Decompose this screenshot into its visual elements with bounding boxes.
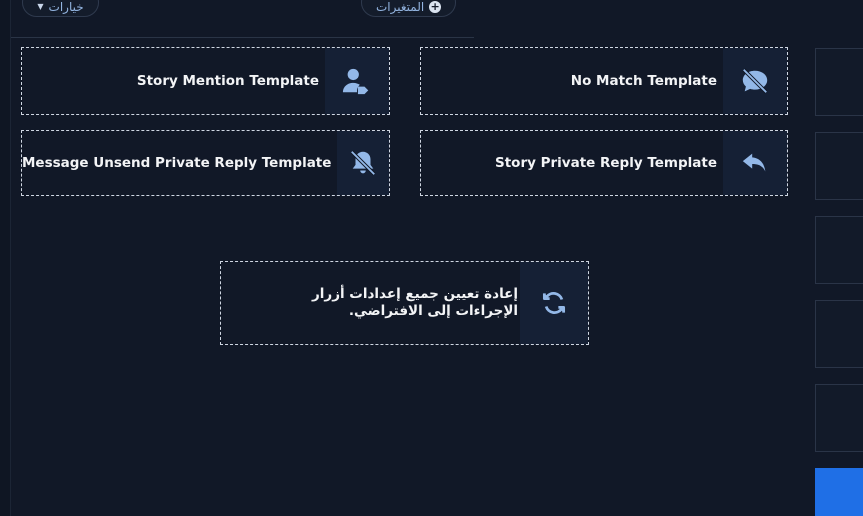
reply-icon (723, 131, 787, 195)
right-panel-header (623, 0, 863, 48)
side-slot-3[interactable] (815, 216, 863, 284)
story-mention-template-card[interactable]: Story Mention Template (21, 47, 390, 115)
options-dropdown-button[interactable]: ▼ خيارات (22, 0, 99, 17)
primary-action-button[interactable] (815, 468, 863, 516)
left-sidebar-edge (0, 0, 11, 516)
card-label: Story Private Reply Template (495, 155, 717, 171)
reset-label: إعادة تعيين جميع إعدادات أزرار الإجراءات… (312, 286, 518, 319)
story-private-reply-template-card[interactable]: Story Private Reply Template (420, 130, 788, 196)
card-label: No Match Template (570, 73, 717, 89)
user-at-icon (325, 48, 389, 114)
bell-slash-icon (337, 131, 389, 195)
side-slot-5[interactable] (815, 384, 863, 452)
plus-circle-icon: + (429, 0, 441, 13)
card-label: Story Mention Template (136, 73, 319, 89)
card-label: Message Unsend Private Reply Template (22, 155, 332, 171)
caret-down-icon: ▼ (37, 2, 44, 11)
toolbar-divider (11, 37, 474, 38)
side-slot-1[interactable] (815, 48, 863, 116)
comment-slash-icon (723, 48, 787, 114)
no-match-template-card[interactable]: No Match Template (420, 47, 788, 115)
reset-action-buttons-card[interactable]: إعادة تعيين جميع إعدادات أزرار الإجراءات… (220, 261, 589, 345)
options-label: خيارات (48, 0, 84, 14)
sync-icon (520, 262, 588, 344)
side-slot-4[interactable] (815, 300, 863, 368)
variables-label: المتغيرات (376, 0, 425, 14)
variables-button[interactable]: المتغيرات + (361, 0, 456, 17)
message-unsend-template-card[interactable]: Message Unsend Private Reply Template (21, 130, 390, 196)
side-slot-2[interactable] (815, 132, 863, 200)
